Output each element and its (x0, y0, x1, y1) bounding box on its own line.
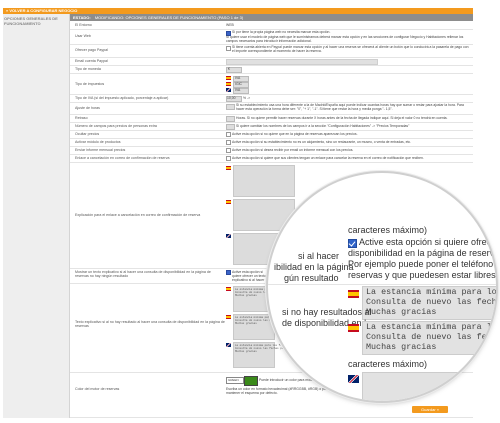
label-paypal: Ofrecer pago Paypal (75, 48, 108, 52)
magnifier-partial-4: si no hay resultados al (282, 307, 372, 317)
numero-campos-desc: Si quiere cambiar los nombres de los cam… (236, 124, 410, 128)
label-moneda: Tipo de moneda (75, 67, 101, 71)
spanish-flag-icon (226, 76, 231, 80)
retraso-desc: Horas. Si no quiere permitir hacer reser… (236, 116, 448, 120)
activar-modulo-checkbox[interactable] (226, 140, 231, 145)
sidebar (3, 14, 70, 418)
moneda-value: € (228, 67, 230, 71)
spanish-flag-icon (348, 290, 359, 298)
magnifier-textarea-2[interactable]: La estancia mínima para los fines Consul… (362, 321, 496, 355)
magnifier-textarea-1[interactable]: La estancia mínima para los fines Consul… (362, 286, 496, 320)
iva-unit: % -> (243, 96, 251, 100)
label-enlace-cancelacion: Enlace a cancelación en correo de confir… (75, 156, 170, 160)
mostrar-texto-checkbox[interactable] (226, 270, 231, 275)
label-enviar-informe: Enviar informe mensual precios (75, 148, 126, 152)
email-paypal-input[interactable] (226, 59, 378, 65)
retraso-input[interactable] (226, 116, 235, 122)
magnifier-chars-max-top: caracteres máximo) (348, 225, 428, 235)
magnifier-separator (268, 284, 496, 285)
label-numero-campos: Número de campos para precios de persona… (75, 124, 157, 128)
row-retraso: Retraso Horas. Si no quiere permitir hac… (70, 115, 473, 123)
state-label: ESTADO: (73, 15, 91, 20)
enlace-cancelacion-desc: Active esta opción si quiere que sus cli… (232, 156, 424, 160)
activar-modulo-desc: Active esta opción si su establecimiento… (232, 140, 412, 144)
english-flag-icon (226, 234, 231, 238)
magnifier-partial-1: si al hacer (298, 251, 340, 261)
magnifier-chars-max-bottom: caracteres máximo) (348, 359, 428, 369)
label-iva: Tipo de IVA (si del impuesto aplicado, p… (75, 96, 169, 100)
label-activar-modulo: Activar módulo de productos (75, 140, 121, 144)
row-usar-web: Usar Web Si por tiene la propia página w… (70, 30, 473, 45)
spanish-flag-icon (226, 287, 231, 291)
label-impuestos: Tipo de impuestos (75, 82, 105, 86)
row-email-paypal: Email cuenta Paypal (70, 58, 473, 66)
label-color-motor: Color del motor de reservas (75, 387, 120, 391)
spanish-flag-icon (226, 200, 231, 204)
label-email-paypal: Email cuenta Paypal (75, 59, 108, 63)
state-text: MODIFICANDO: OPCIONES GENERALES DE FUNCI… (94, 15, 244, 20)
magnifier-code-2c: Muchas gracias (366, 342, 437, 352)
spanish-flag-icon (226, 315, 231, 319)
impuesto-value-2: IGIC (235, 82, 242, 86)
paypal-checkbox[interactable] (226, 46, 231, 51)
row-moneda: Tipo de moneda € (70, 66, 473, 74)
english-flag-icon (226, 88, 231, 92)
label-mostrar-texto: Mostrar un texto explicativo si al hacer… (75, 270, 211, 279)
label-entorno: El Entorno (75, 23, 92, 27)
magnifier-code-1c: Muchas gracias (366, 307, 437, 317)
magnifier-textarea-3[interactable] (362, 372, 496, 401)
row-ocultar-precios: Ocultar precios Active esta opción si no… (70, 131, 473, 139)
paypal-desc: Si tiene cuenta abierta en Paypal puede … (232, 45, 469, 53)
row-numero-campos: Número de campos para precios de persona… (70, 123, 473, 131)
ajuste-horas-desc: Si su establecimiento usa una hora difer… (236, 103, 464, 111)
mostrar-texto-desc: Active esta opción si quiere ofrecer un … (232, 270, 266, 282)
enviar-informe-desc: Active esta opción si desea recibir por … (232, 148, 354, 152)
magnifier-cb-text-2: disponibilidad en la página de reservas … (348, 248, 496, 258)
magnifier-partial-3: gún resultado (284, 273, 339, 283)
label-texto-explicativo: Texto explicativo si al no hay resultado… (75, 320, 225, 329)
value-entorno: WEB (226, 23, 234, 27)
row-impuestos: Tipo de impuestos IVA IGIC IVA (70, 74, 473, 95)
magnifier-cb-text-1: Active esta opción si quiere ofrec (359, 237, 492, 247)
english-flag-icon (348, 375, 359, 383)
ajuste-horas-input[interactable] (226, 104, 235, 110)
enviar-informe-checkbox[interactable] (226, 148, 231, 153)
spanish-flag-icon (348, 324, 359, 332)
row-iva: Tipo de IVA (si del impuesto aplicado, p… (70, 95, 473, 103)
enlace-cancelacion-checkbox[interactable] (226, 156, 231, 161)
label-explicacion-enlace: Explicación para el enlace a cancelación… (75, 213, 201, 217)
english-flag-icon (226, 343, 231, 347)
numero-campos-input[interactable] (226, 124, 235, 130)
magnifier-lens: caracteres máximo) Active esta opción si… (268, 173, 496, 401)
spanish-flag-icon (226, 166, 231, 170)
row-entorno: El Entorno WEB (70, 22, 473, 30)
row-enlace-cancelacion: Enlace a cancelación en correo de confir… (70, 155, 473, 163)
row-paypal: Ofrecer pago Paypal Si tiene cuenta abie… (70, 45, 473, 58)
color-select[interactable]: GREEN (226, 377, 244, 384)
impuesto-value-3: IVA (235, 88, 241, 92)
usar-web-desc: Si quiere usar el modelo de página web q… (226, 35, 464, 43)
state-bar: ESTADO: MODIFICANDO: OPCIONES GENERALES … (70, 14, 473, 21)
usar-web-text: Si por tiene la propia página web no nec… (232, 30, 331, 34)
save-button[interactable]: Guardar » (412, 406, 448, 413)
magnifier-partial-2: ibilidad en la página (274, 262, 354, 272)
magnifier-cb-text-3: Por ejemplo puede poner el teléfono de r… (348, 259, 496, 269)
sidebar-title: OPCIONES GENERALES DE FUNCIONAMIENTO (4, 16, 58, 26)
row-enviar-informe: Enviar informe mensual precios Active es… (70, 147, 473, 155)
ocultar-precios-checkbox[interactable] (226, 132, 231, 137)
label-retraso: Retraso (75, 116, 88, 120)
impuesto-value-1: IVA (235, 76, 241, 80)
row-activar-modulo: Activar módulo de productos Active esta … (70, 139, 473, 147)
magnifier-content: caracteres máximo) Active esta opción si… (268, 173, 496, 401)
spanish-flag-icon (226, 82, 231, 86)
iva-value: 10,00 (227, 96, 236, 100)
magnifier-cb-text-4: reservas y que puedesen estar libres. (348, 270, 496, 280)
label-ajuste-horas: Ajuste de horas (75, 106, 100, 110)
color-swatch[interactable] (244, 376, 258, 386)
ocultar-precios-desc: Active esta opción si no quiere que en l… (232, 132, 358, 136)
magnifier-checkbox[interactable] (348, 239, 357, 248)
label-ocultar-precios: Ocultar precios (75, 132, 100, 136)
label-usar-web: Usar Web (75, 34, 91, 38)
row-ajuste-horas: Ajuste de horas Si su establecimiento us… (70, 103, 473, 115)
